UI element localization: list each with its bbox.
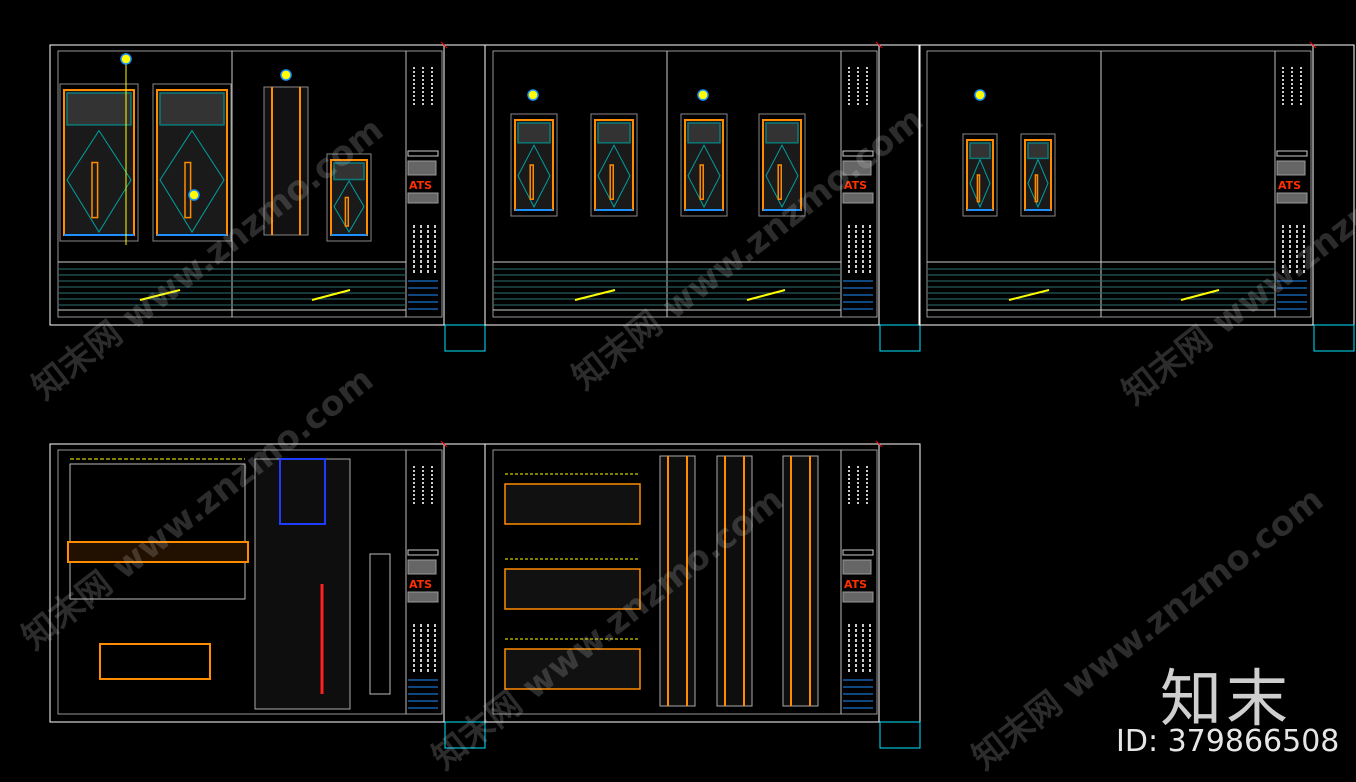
section-detail-1 xyxy=(504,568,641,610)
title-block-notes xyxy=(842,591,874,603)
company-logo: ATS xyxy=(844,578,867,591)
jamb-detail xyxy=(369,553,391,695)
plan-section xyxy=(69,463,246,600)
sheet-tab xyxy=(1313,324,1355,352)
title-block-notes xyxy=(407,192,439,204)
title-block-bar xyxy=(842,549,874,556)
title-block-notes xyxy=(1276,192,1308,204)
title-block-bar xyxy=(1276,150,1308,157)
title-block-notes xyxy=(1276,160,1306,176)
title-block-notes xyxy=(407,160,437,176)
door-transom-b1 xyxy=(597,122,631,144)
sheet-tab xyxy=(444,721,486,749)
sheet-B: ATS xyxy=(484,41,921,352)
title-block-notes xyxy=(407,559,437,575)
section-marker-icon-3 xyxy=(280,69,292,81)
title-block-bar xyxy=(842,150,874,157)
door-transom-b2 xyxy=(687,122,721,144)
section-detail-0 xyxy=(504,483,641,525)
title-block-notes xyxy=(842,559,872,575)
sheet-A: ATS xyxy=(49,41,486,352)
vertical-section-0 xyxy=(659,455,696,707)
door-side-elevation xyxy=(254,458,351,710)
title-block-bar xyxy=(407,549,439,556)
section-marker-icon-2 xyxy=(188,189,200,201)
section-detail-2 xyxy=(504,648,641,690)
company-logo: ATS xyxy=(1278,179,1301,192)
company-logo: ATS xyxy=(409,578,432,591)
door-transom-c2 xyxy=(1027,142,1049,160)
sheet-border xyxy=(57,449,443,715)
title-block-notes xyxy=(842,192,874,204)
watermark-id: ID: 379866508 xyxy=(1116,724,1340,759)
title-block-notes xyxy=(407,591,439,603)
side-section xyxy=(263,86,309,236)
section-marker-icon-6 xyxy=(974,89,986,101)
detail-section xyxy=(99,643,211,680)
title-block-bar xyxy=(407,150,439,157)
sheet-tab xyxy=(879,324,921,352)
section-marker-icon-1 xyxy=(120,53,132,65)
vertical-section-2 xyxy=(782,455,819,707)
sheet-D: ATS xyxy=(49,440,486,749)
company-logo: ATS xyxy=(844,179,867,192)
company-logo: ATS xyxy=(409,179,432,192)
plan-section-beam xyxy=(67,541,249,563)
door-transom-a2 xyxy=(159,92,225,126)
door-transom-b3 xyxy=(765,122,799,144)
cad-drawing-canvas[interactable]: ATS ATS ATS ATS ATS xyxy=(0,0,1356,782)
door-transom-a3 xyxy=(333,162,365,181)
door-transom-c1 xyxy=(969,142,991,160)
section-marker-icon-5 xyxy=(697,89,709,101)
title-block-notes xyxy=(842,160,872,176)
sheet-tab xyxy=(879,721,921,749)
vertical-section-1 xyxy=(716,455,753,707)
section-marker-icon-4 xyxy=(527,89,539,101)
sheet-E: ATS xyxy=(484,440,921,749)
door-transom-a1 xyxy=(66,92,132,126)
door-transom-b0 xyxy=(517,122,551,144)
sheet-tab xyxy=(444,324,486,352)
sheet-C: ATS xyxy=(918,41,1355,352)
